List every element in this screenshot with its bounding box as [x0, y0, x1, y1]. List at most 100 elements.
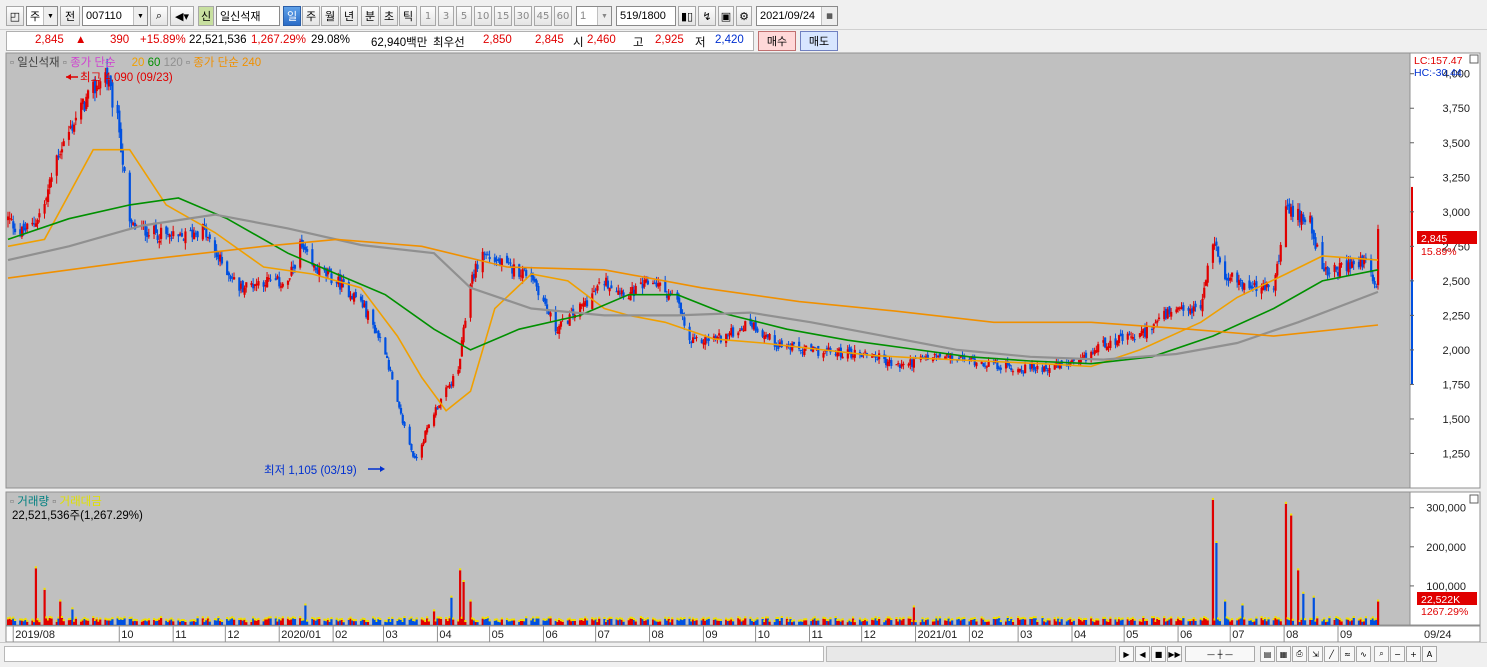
period-tick-button[interactable]: 틱: [399, 6, 417, 26]
stop-icon[interactable]: ■: [1151, 646, 1166, 662]
print-icon[interactable]: ⎙: [1292, 646, 1307, 662]
trade-value-mark: [1267, 617, 1270, 620]
period-week-button[interactable]: 주: [302, 6, 320, 26]
scroll-track[interactable]: [4, 646, 824, 662]
indicator-icon[interactable]: ↯: [698, 6, 716, 26]
period-second-button[interactable]: 초: [380, 6, 398, 26]
trade-value-mark: [1084, 617, 1088, 620]
candle-body: [486, 254, 490, 256]
candle-body: [377, 330, 380, 338]
candle-body: [311, 249, 314, 265]
grid-icon[interactable]: ▦: [1276, 646, 1291, 662]
speaker-icon[interactable]: ◀▾: [170, 6, 194, 26]
candle-body: [196, 231, 199, 238]
period-month-button[interactable]: 월: [321, 6, 339, 26]
fast-forward-icon[interactable]: ▶▶: [1167, 646, 1182, 662]
zoom-slider[interactable]: — ┼ —: [1185, 646, 1255, 662]
search-icon[interactable]: ⌕: [150, 6, 168, 26]
window-menu-icon[interactable]: ◰: [6, 6, 24, 26]
wave-icon[interactable]: ∿: [1356, 646, 1371, 662]
candle-body: [1328, 272, 1331, 274]
interval-45-button[interactable]: 45: [534, 6, 552, 26]
trade-value-mark: [512, 618, 516, 621]
date-field[interactable]: 2021/09/24 ▦: [756, 6, 838, 26]
volume-bar: [999, 622, 1002, 625]
trade-value-mark: [1297, 568, 1300, 571]
trade-value-mark: [415, 617, 418, 620]
volume-bar: [462, 582, 465, 625]
x-end-label: 09/24: [1424, 629, 1452, 641]
line-tool-icon[interactable]: ╱: [1324, 646, 1339, 662]
trade-value-mark: [1157, 617, 1161, 620]
trade-value-mark: [43, 587, 46, 590]
save-icon[interactable]: ▣: [718, 6, 734, 26]
trade-value-mark: [1072, 618, 1075, 621]
market-type-select[interactable]: 주 ▼: [26, 6, 58, 26]
interval-1-button[interactable]: 1: [420, 6, 436, 26]
candle-body: [1377, 229, 1380, 286]
volume-bar: [525, 618, 528, 625]
candle-body: [1206, 265, 1209, 283]
period-year-button[interactable]: 년: [340, 6, 358, 26]
code-input[interactable]: 007110 ▼: [82, 6, 148, 26]
period-minute-button[interactable]: 분: [361, 6, 379, 26]
scroll-prev-icon[interactable]: ◀: [1135, 646, 1150, 662]
candle-body: [462, 327, 465, 343]
buy-button[interactable]: 매수: [758, 31, 796, 51]
gear-icon[interactable]: ⚙: [736, 6, 752, 26]
trade-value-mark: [1121, 617, 1124, 620]
interval-60-button[interactable]: 60: [554, 6, 572, 26]
candle-body: [59, 154, 62, 156]
trade-value-mark: [12, 616, 15, 619]
trade-value-mark: [853, 620, 856, 623]
period-day-button[interactable]: 일: [283, 6, 301, 26]
interval-10-button[interactable]: 10: [474, 6, 492, 26]
zoom-icon[interactable]: ⌕: [1374, 646, 1389, 662]
volume-bar: [196, 618, 199, 625]
volume-bar: [342, 622, 345, 625]
candle-body: [1097, 344, 1100, 353]
volume-bar: [13, 621, 17, 625]
scroll-thumb[interactable]: [826, 646, 1116, 662]
sell-button[interactable]: 매도: [800, 31, 838, 51]
volume-bar: [488, 621, 491, 625]
candle-type-icon[interactable]: ▮▯: [678, 6, 696, 26]
trade-value-mark: [147, 618, 151, 621]
volume-bar: [500, 619, 503, 625]
legend-ma60: 60: [147, 57, 161, 69]
trade-value-mark: [584, 616, 587, 619]
export-icon[interactable]: ⇲: [1308, 646, 1323, 662]
minus-icon[interactable]: −: [1390, 646, 1405, 662]
trade-value-mark: [59, 599, 62, 602]
trade-value-mark: [730, 617, 733, 620]
interval-3-button[interactable]: 3: [438, 6, 454, 26]
stock-chart[interactable]: 4,0003,7503,5003,2503,0002,7502,5002,250…: [0, 52, 1487, 642]
candle-body: [436, 408, 439, 410]
interval-select[interactable]: 1 ▼: [576, 6, 612, 26]
candle-body: [180, 233, 184, 237]
scroll-left-icon[interactable]: ▶: [1119, 646, 1134, 662]
interval-15-button[interactable]: 15: [494, 6, 512, 26]
candle-body: [549, 312, 552, 317]
candle-body: [227, 272, 230, 276]
candle-body: [158, 240, 161, 243]
interval-5-button[interactable]: 5: [456, 6, 472, 26]
y-tick-label: 2,000: [1442, 345, 1470, 357]
font-size-icon[interactable]: A: [1422, 646, 1437, 662]
trade-value-mark: [425, 616, 429, 619]
plus-icon[interactable]: +: [1406, 646, 1421, 662]
trade-value-mark: [170, 617, 173, 620]
layout-icon[interactable]: ▤: [1260, 646, 1275, 662]
price-panel-toggle-icon[interactable]: [1469, 54, 1479, 64]
open-label: 시: [573, 37, 584, 49]
candle-body: [544, 298, 547, 304]
candle-body: [389, 369, 392, 371]
candle-body: [220, 256, 224, 264]
compare-icon[interactable]: ≈: [1340, 646, 1355, 662]
scroll-bar[interactable]: ▶ ◀ ■ ▶▶ — ┼ — ▤ ▦ ⎙ ⇲ ╱ ≈ ∿ ⌕ − + A: [0, 642, 1487, 667]
trade-value-mark: [525, 616, 528, 619]
count-field[interactable]: 519 /1800: [616, 6, 676, 26]
interval-30-button[interactable]: 30: [514, 6, 532, 26]
scope-button[interactable]: 전: [60, 6, 80, 26]
volume-panel-toggle-icon[interactable]: [1469, 494, 1479, 504]
